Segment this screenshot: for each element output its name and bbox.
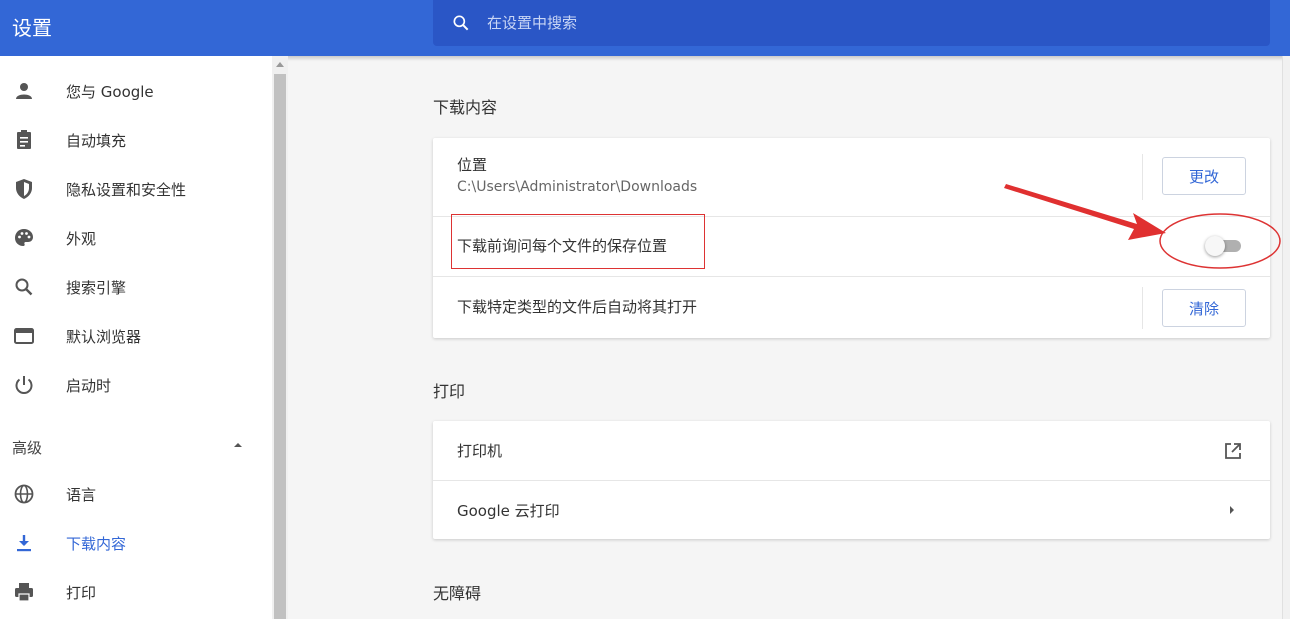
clear-auto-open-button[interactable]: 清除 — [1162, 289, 1246, 327]
sidebar-item-on-startup[interactable]: 启动时 — [0, 365, 272, 405]
divider — [1142, 287, 1143, 329]
search-icon — [453, 15, 469, 31]
search-bar[interactable] — [433, 0, 1270, 46]
search-icon — [15, 278, 33, 296]
person-icon — [16, 83, 32, 99]
sidebar-item-default-browser[interactable]: 默认浏览器 — [0, 316, 272, 356]
sidebar-item-autofill[interactable]: 自动填充 — [0, 120, 272, 160]
download-icon — [17, 535, 31, 552]
sidebar-item-languages[interactable]: 语言 — [0, 474, 272, 514]
sidebar-item-label: 打印 — [66, 583, 97, 602]
printers-row[interactable]: 打印机 — [433, 421, 1270, 480]
power-icon — [15, 376, 33, 394]
caret-up-icon — [234, 443, 242, 447]
sidebar-item-label: 语言 — [66, 485, 97, 504]
advanced-label: 高级 — [12, 439, 43, 457]
sidebar-item-label: 默认浏览器 — [66, 327, 142, 346]
globe-icon — [14, 484, 34, 504]
printers-label: 打印机 — [457, 442, 503, 460]
sidebar-item-label: 您与 Google — [66, 82, 154, 101]
cloud-print-label: Google 云打印 — [457, 502, 560, 520]
palette-icon — [15, 229, 33, 246]
clipboard-icon — [17, 130, 31, 149]
sidebar: 您与 Google 自动填充 隐私设置和安全性 外观 搜索引擎 默认浏览器 启动… — [0, 56, 272, 619]
download-location-row: 位置 C:\Users\Administrator\Downloads 更改 — [433, 138, 1270, 216]
browser-icon — [14, 328, 34, 344]
change-location-button[interactable]: 更改 — [1162, 157, 1246, 195]
page-title: 设置 — [12, 16, 52, 40]
sidebar-item-label: 外观 — [66, 229, 97, 248]
accessibility-section-title: 无障碍 — [433, 584, 482, 603]
sidebar-item-appearance[interactable]: 外观 — [0, 218, 272, 258]
downloads-section-title: 下载内容 — [433, 98, 498, 117]
printer-icon — [15, 583, 33, 602]
sidebar-item-you-and-google[interactable]: 您与 Google — [0, 71, 272, 111]
cloud-print-row[interactable]: Google 云打印 — [433, 480, 1270, 539]
ask-save-location-toggle[interactable] — [1205, 236, 1243, 256]
location-path: C:\Users\Administrator\Downloads — [457, 179, 698, 195]
shield-icon — [16, 179, 32, 199]
top-header: 设置 — [0, 0, 1290, 56]
sidebar-item-label: 启动时 — [66, 376, 112, 395]
toggle-knob — [1205, 236, 1225, 256]
sidebar-scrollbar[interactable] — [272, 56, 288, 619]
auto-open-label: 下载特定类型的文件后自动将其打开 — [457, 298, 698, 316]
print-card: 打印机 Google 云打印 — [433, 421, 1270, 539]
main-scrollbar[interactable] — [1282, 56, 1290, 619]
sidebar-item-privacy[interactable]: 隐私设置和安全性 — [0, 169, 272, 209]
sidebar-item-label: 自动填充 — [66, 131, 127, 150]
auto-open-row: 下载特定类型的文件后自动将其打开 清除 — [433, 276, 1270, 338]
print-section-title: 打印 — [433, 382, 466, 401]
location-label: 位置 — [457, 156, 488, 174]
open-in-new-icon[interactable] — [1223, 441, 1243, 461]
sidebar-item-label: 下载内容 — [66, 534, 127, 553]
sidebar-item-label: 隐私设置和安全性 — [66, 180, 187, 199]
advanced-section-toggle[interactable]: 高级 — [0, 427, 272, 467]
scroll-up-arrow-icon[interactable] — [276, 62, 284, 67]
divider — [1142, 154, 1143, 200]
sidebar-item-downloads[interactable]: 下载内容 — [0, 523, 272, 563]
sidebar-item-search-engine[interactable]: 搜索引擎 — [0, 267, 272, 307]
sidebar-item-printing[interactable]: 打印 — [0, 572, 272, 612]
caret-right-icon — [1230, 506, 1234, 514]
sidebar-item-label: 搜索引擎 — [66, 278, 127, 297]
scrollbar-thumb[interactable] — [274, 74, 286, 619]
search-input[interactable] — [487, 14, 1187, 32]
annotation-highlight-box — [451, 214, 705, 269]
